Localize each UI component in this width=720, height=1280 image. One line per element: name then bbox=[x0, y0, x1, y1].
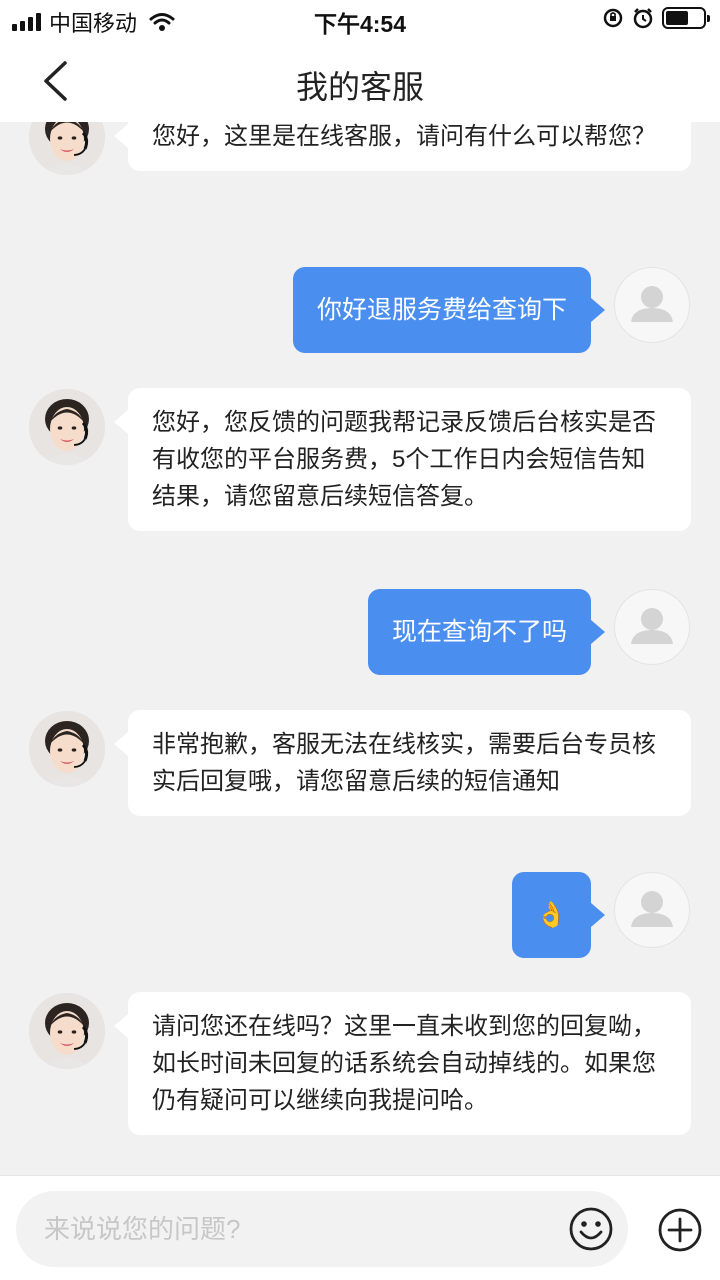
user-avatar-image bbox=[631, 608, 673, 644]
user-avatar-image bbox=[631, 286, 673, 322]
agent-avatar[interactable] bbox=[29, 993, 105, 1069]
message-text: 您好，这里是在线客服，请问有什么可以帮您？ bbox=[152, 123, 656, 150]
message-text: 你好退服务费给查询下 bbox=[316, 296, 567, 324]
user-message-bubble[interactable]: 你好退服务费给查询下 bbox=[292, 267, 606, 353]
agent-avatar-image bbox=[29, 389, 105, 465]
plus-circle-icon[interactable] bbox=[656, 1206, 704, 1254]
message-text: 非常抱歉，客服无法在线核实，需要后台专员核实后回复哦，请您留意后续的短信通知 bbox=[152, 731, 656, 795]
message-text: 👌 bbox=[535, 901, 567, 929]
user-message-bubble[interactable]: 👌 bbox=[511, 872, 606, 958]
agent-message-bubble[interactable]: 请问您还在线吗？这里一直未收到您的回复呦，如长时间未回复的话系统会自动掉线的。如… bbox=[114, 992, 691, 1135]
user-avatar[interactable] bbox=[614, 872, 690, 948]
alarm-icon bbox=[633, 8, 653, 29]
agent-avatar-image bbox=[29, 993, 105, 1069]
message-text: 现在查询不了吗 bbox=[391, 618, 567, 646]
smiley-face-icon[interactable] bbox=[567, 1205, 615, 1253]
agent-avatar[interactable] bbox=[29, 122, 105, 175]
battery-icon bbox=[662, 7, 710, 29]
user-avatar-image bbox=[631, 891, 673, 927]
agent-avatar-image bbox=[29, 711, 105, 787]
user-message-bubble[interactable]: 现在查询不了吗 bbox=[367, 589, 606, 675]
message-text: 您好，您反馈的问题我帮记录反馈后台核实是否有收您的平台服务费，5个工作日内会短信… bbox=[152, 409, 656, 510]
user-avatar[interactable] bbox=[614, 267, 690, 343]
message-input[interactable] bbox=[44, 1191, 564, 1267]
agent-avatar[interactable] bbox=[29, 711, 105, 787]
user-avatar[interactable] bbox=[614, 589, 690, 665]
agent-avatar[interactable] bbox=[29, 389, 105, 465]
message-input-container[interactable] bbox=[16, 1191, 628, 1267]
chat-message-list[interactable]: 您好，这里是在线客服，请问有什么可以帮您？ 你好退服务费给查询下 您好，您反馈的… bbox=[0, 122, 720, 1175]
nav-bar: 我的客服 bbox=[0, 40, 720, 122]
agent-message-bubble[interactable]: 您好，这里是在线客服，请问有什么可以帮您？ bbox=[114, 122, 691, 171]
agent-message-bubble[interactable]: 非常抱歉，客服无法在线核实，需要后台专员核实后回复哦，请您留意后续的短信通知 bbox=[114, 710, 691, 816]
message-text: 请问您还在线吗？这里一直未收到您的回复呦，如长时间未回复的话系统会自动掉线的。如… bbox=[152, 1013, 656, 1114]
agent-avatar-image bbox=[29, 122, 105, 175]
status-bar: 中国移动 下午4:54 bbox=[0, 0, 720, 40]
orientation-lock-icon bbox=[603, 8, 623, 28]
page-title: 我的客服 bbox=[295, 69, 424, 105]
status-right bbox=[602, 7, 710, 29]
agent-message-bubble[interactable]: 您好，您反馈的问题我帮记录反馈后台核实是否有收您的平台服务费，5个工作日内会短信… bbox=[114, 388, 691, 531]
message-input-bar bbox=[0, 1175, 720, 1280]
